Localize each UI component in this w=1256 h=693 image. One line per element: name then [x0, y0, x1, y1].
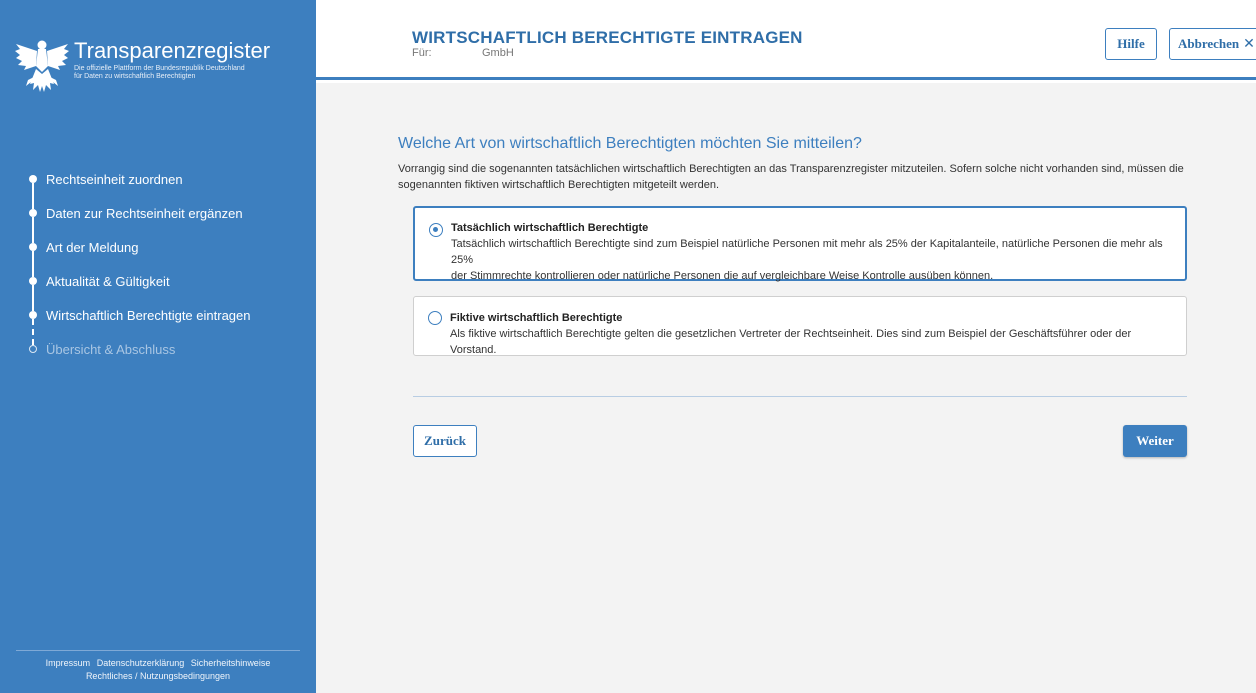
step-aktualitaet-gueltigkeit[interactable]: Aktualität & Gültigkeit — [0, 264, 316, 311]
step-done-dot — [29, 277, 37, 285]
radio-button[interactable] — [428, 311, 442, 325]
brand-title: Transparenzregister — [74, 38, 271, 63]
help-button-label: Hilfe — [1117, 36, 1145, 51]
step-label: Daten zur Rechtseinheit ergänzen — [46, 205, 243, 221]
intro-line2: sogenannten fiktiven wirtschaftlich Bere… — [398, 179, 720, 191]
page-header: WIRTSCHAFTLICH BERECHTIGTE EINTRAGEN Für… — [316, 0, 1256, 80]
next-button-label: Weiter — [1136, 433, 1174, 448]
next-button[interactable]: Weiter — [1123, 425, 1187, 457]
option-title: Tatsächlich wirtschaftlich Berechtigte — [451, 222, 649, 234]
brand[interactable]: Transparenzregister Die offizielle Platt… — [14, 26, 304, 106]
option-desc-line2: der Stimmrechte kontrollieren oder natür… — [451, 270, 994, 282]
option-fiktiv[interactable]: Fiktive wirtschaftlich Berechtigte Als f… — [413, 296, 1187, 356]
intro-line1: Vorrangig sind die sogenannten tatsächli… — [398, 163, 1184, 175]
sidebar-footer: Impressum Datenschutzerklärung Sicherhei… — [0, 657, 316, 683]
close-icon: ✕ — [1243, 36, 1255, 52]
option-desc-line1: Tatsächlich wirtschaftlich Berechtigte s… — [451, 238, 1163, 266]
sidebar: Transparenzregister Die offizielle Platt… — [0, 0, 316, 693]
step-done-dot — [29, 175, 37, 183]
step-art-der-meldung[interactable]: Art der Meldung — [0, 230, 316, 277]
option-tatsaechlich[interactable]: Tatsächlich wirtschaftlich Berechtigte T… — [413, 206, 1187, 284]
footer-divider — [16, 650, 300, 651]
progress-steps: Rechtseinheit zuordnen Daten zur Rechtse… — [0, 162, 316, 366]
cancel-button-label: Abbrechen — [1178, 36, 1240, 51]
brand-subtitle-line2: für Daten zu wirtschaftlich Berechtigten — [74, 73, 196, 80]
option-desc-line1: Als fiktive wirtschaftlich Berechtigte g… — [450, 328, 1132, 356]
option-description: Tatsächlich wirtschaftlich Berechtigte s… — [451, 236, 1171, 284]
radio-button-selected[interactable] — [429, 223, 443, 237]
step-done-dot — [29, 243, 37, 251]
step-pending-dot — [29, 345, 37, 353]
footer-link-sicherheit[interactable]: Sicherheitshinweise — [191, 658, 271, 668]
help-button[interactable]: Hilfe — [1105, 28, 1157, 60]
brand-subtitle-line1: Die offizielle Plattform der Bundesrepub… — [74, 65, 245, 72]
step-label: Wirtschaftlich Berechtigte eintragen — [46, 307, 251, 323]
content-divider — [413, 396, 1187, 397]
step-uebersicht-abschluss: Übersicht & Abschluss — [0, 332, 316, 366]
step-wirtschaftlich-berechtigte-eintragen[interactable]: Wirtschaftlich Berechtigte eintragen — [0, 298, 316, 345]
option-title: Fiktive wirtschaftlich Berechtigte — [450, 312, 623, 324]
for-label: Für: — [412, 47, 432, 59]
footer-link-rechtliches[interactable]: Rechtliches / Nutzungsbedingungen — [86, 671, 230, 681]
back-button-label: Zurück — [424, 433, 466, 448]
question-heading: Welche Art von wirtschaftlich Berechtigt… — [398, 135, 862, 152]
step-done-dot — [29, 209, 37, 217]
step-label: Art der Meldung — [46, 239, 139, 255]
intro-text: Vorrangig sind die sogenannten tatsächli… — [398, 161, 1198, 193]
federal-eagle-icon — [15, 40, 69, 92]
step-daten-ergaenzen[interactable]: Daten zur Rechtseinheit ergänzen — [0, 196, 316, 243]
step-label: Aktualität & Gültigkeit — [46, 273, 170, 289]
step-rechtseinheit-zuordnen[interactable]: Rechtseinheit zuordnen — [0, 162, 316, 209]
footer-link-impressum[interactable]: Impressum — [46, 658, 91, 668]
main-content: Welche Art von wirtschaftlich Berechtigt… — [316, 83, 1256, 693]
step-label: Rechtseinheit zuordnen — [46, 171, 183, 187]
cancel-button[interactable]: Abbrechen ✕ — [1169, 28, 1256, 60]
for-value: GmbH — [482, 47, 514, 59]
step-label: Übersicht & Abschluss — [46, 341, 176, 357]
footer-link-datenschutz[interactable]: Datenschutzerklärung — [97, 658, 185, 668]
step-current-dot — [29, 311, 37, 319]
option-description: Als fiktive wirtschaftlich Berechtigte g… — [450, 326, 1170, 358]
page-title: WIRTSCHAFTLICH BERECHTIGTE EINTRAGEN — [412, 28, 803, 47]
brand-subtitle: Die offizielle Plattform der Bundesrepub… — [74, 65, 304, 81]
back-button[interactable]: Zurück — [413, 425, 477, 457]
